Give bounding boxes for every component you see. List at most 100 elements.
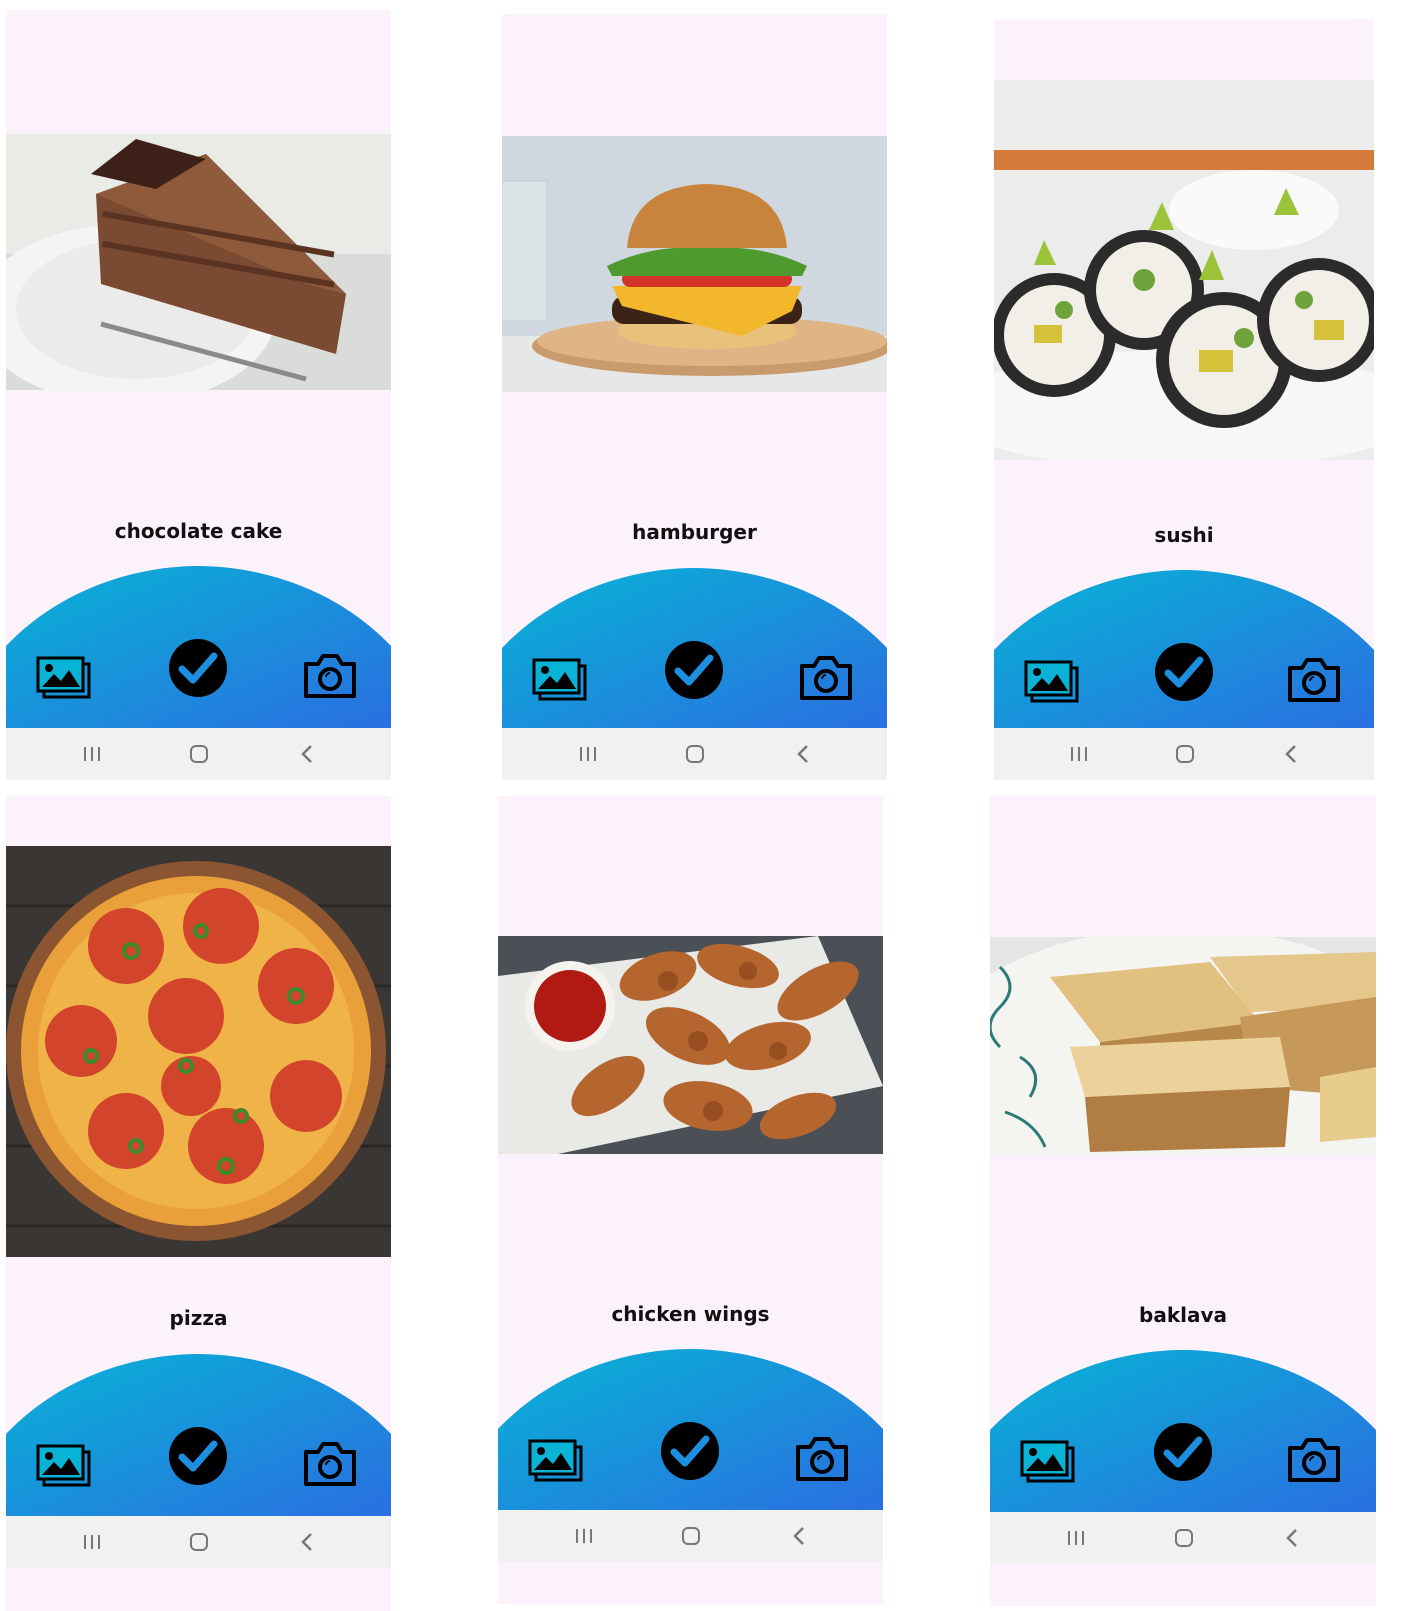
camera-button[interactable] [798,654,854,702]
recents-button[interactable] [1046,1512,1106,1564]
back-icon [1285,745,1296,763]
gallery-button[interactable] [1020,1440,1076,1484]
camera-button[interactable] [1286,1436,1342,1484]
camera-icon [1288,1438,1340,1482]
home-button[interactable] [665,728,725,780]
home-button[interactable] [661,1510,721,1562]
gallery-button[interactable] [1024,660,1080,704]
confirm-button[interactable] [168,638,228,698]
back-button[interactable] [769,1510,829,1562]
camera-button[interactable] [302,652,358,700]
camera-button[interactable] [1286,656,1342,704]
baklava-image [990,937,1376,1155]
system-nav-bar [994,728,1374,780]
confirm-button[interactable] [1153,1422,1213,1482]
gallery-icon [528,1439,583,1482]
gallery-button[interactable] [36,656,92,700]
recents-icon [1068,1531,1084,1545]
back-button[interactable] [773,728,833,780]
back-button[interactable] [1261,728,1321,780]
check-circle-icon [665,641,723,699]
food-photo [994,80,1374,460]
screen-pizza: pizza [6,796,391,1611]
confirm-button[interactable] [664,640,724,700]
back-icon [1286,1529,1297,1547]
screen-chicken-wings: chicken wings [498,796,883,1604]
check-circle-icon [661,1422,719,1480]
home-icon [1176,745,1194,763]
check-circle-icon [1155,643,1213,701]
back-icon [793,1527,804,1545]
action-panel [6,558,391,728]
food-label: sushi [1154,523,1214,547]
home-icon [190,1533,208,1551]
camera-icon [800,656,852,700]
camera-icon [1288,658,1340,702]
chocolate-cake-image [6,134,391,390]
action-panel [994,562,1374,732]
home-icon [1175,1529,1193,1547]
system-nav-bar [6,728,391,780]
camera-icon [304,1442,356,1486]
action-panel [990,1342,1376,1512]
food-label: baklava [1139,1303,1227,1327]
chicken-wings-image [498,936,883,1154]
recents-button[interactable] [558,728,618,780]
action-panel [6,1346,391,1516]
back-button[interactable] [277,1516,337,1568]
gallery-button[interactable] [528,1439,584,1483]
recents-icon [84,747,100,761]
food-label: hamburger [632,520,757,544]
system-nav-bar [990,1512,1376,1564]
recents-button[interactable] [554,1510,614,1562]
check-circle-icon [169,639,227,697]
recents-button[interactable] [62,1516,122,1568]
back-icon [301,745,312,763]
food-photo [502,136,887,392]
food-label: chicken wings [611,1302,770,1326]
back-button[interactable] [277,728,337,780]
back-icon [301,1533,312,1551]
gallery-icon [1024,660,1079,703]
screen-chocolate-cake: chocolate cake [6,10,391,780]
home-icon [686,745,704,763]
confirm-button[interactable] [660,1421,720,1481]
camera-icon [796,1437,848,1481]
camera-icon [304,654,356,698]
recents-button[interactable] [1049,728,1109,780]
home-icon [682,1527,700,1545]
back-icon [797,745,808,763]
back-button[interactable] [1262,1512,1322,1564]
gallery-icon [1020,1440,1075,1483]
food-photo [6,134,391,390]
recents-icon [84,1535,100,1549]
home-icon [190,745,208,763]
system-nav-bar [502,728,887,780]
confirm-button[interactable] [168,1426,228,1486]
gallery-icon [532,658,587,701]
system-nav-bar [6,1516,391,1568]
confirm-button[interactable] [1154,642,1214,702]
gallery-button[interactable] [532,658,588,702]
home-button[interactable] [169,1516,229,1568]
action-panel [502,560,887,730]
food-label: pizza [169,1306,228,1330]
camera-button[interactable] [794,1435,850,1483]
check-circle-icon [169,1427,227,1485]
recents-icon [580,747,596,761]
sushi-image [994,80,1374,460]
home-button[interactable] [169,728,229,780]
camera-button[interactable] [302,1440,358,1488]
hamburger-image [502,136,887,392]
recents-button[interactable] [62,728,122,780]
gallery-icon [36,656,91,699]
pizza-image [6,846,391,1257]
home-button[interactable] [1155,728,1215,780]
gallery-icon [36,1444,91,1487]
recents-icon [1071,747,1087,761]
home-button[interactable] [1154,1512,1214,1564]
gallery-button[interactable] [36,1444,92,1488]
system-nav-bar [498,1510,883,1562]
screen-baklava: baklava [990,796,1376,1606]
action-panel [498,1341,883,1511]
